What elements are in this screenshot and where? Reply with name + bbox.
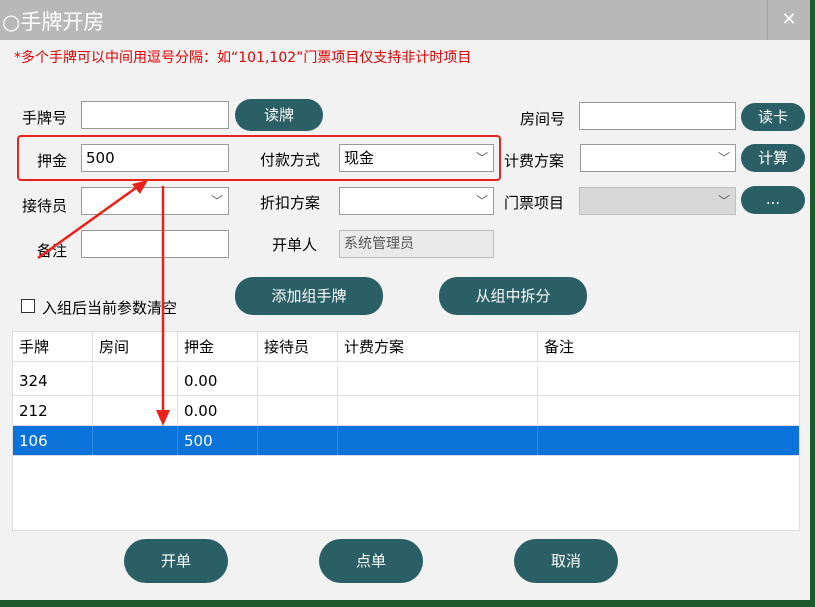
open-bill-button[interactable]: 开单 bbox=[124, 539, 228, 583]
annotation-arrowhead bbox=[132, 180, 148, 194]
annotation-arrowhead bbox=[156, 410, 170, 426]
dialog: ○手牌开房 ✕ *多个手牌可以中间用逗号分隔：如“101,102”门票项目仅支持… bbox=[0, 0, 810, 600]
annotation-arrow-line bbox=[37, 183, 141, 260]
cancel-button[interactable]: 取消 bbox=[514, 539, 618, 583]
order-button[interactable]: 点单 bbox=[319, 539, 423, 583]
annotation-arrows bbox=[37, 180, 170, 426]
